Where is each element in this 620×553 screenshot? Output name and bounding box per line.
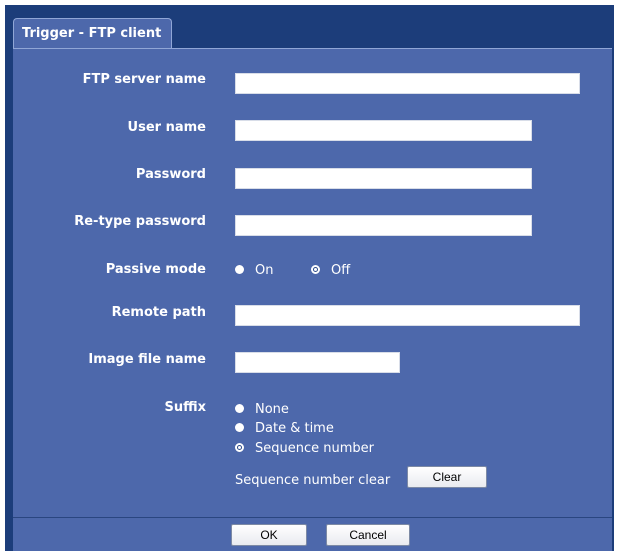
retype-password-input[interactable]	[235, 215, 532, 236]
retype-password-label: Re-type password	[74, 214, 206, 229]
user-name-input[interactable]	[235, 120, 532, 141]
dialog-footer: OK Cancel	[13, 517, 612, 551]
radio-selected-icon	[311, 265, 320, 274]
passive-mode-off-label: Off	[331, 263, 351, 278]
image-file-name-label: Image file name	[88, 352, 206, 367]
passive-mode-on-radio[interactable]: On	[235, 263, 273, 279]
sequence-number-clear-label: Sequence number clear	[235, 473, 391, 488]
image-file-name-input[interactable]	[235, 352, 400, 373]
password-label: Password	[135, 167, 206, 182]
ok-button[interactable]: OK	[231, 524, 307, 546]
remote-path-label: Remote path	[111, 305, 206, 320]
suffix-none-radio[interactable]: None	[235, 402, 289, 418]
radio-unselected-icon	[235, 404, 244, 413]
passive-mode-on-label: On	[255, 263, 274, 278]
clear-button[interactable]: Clear	[407, 466, 487, 488]
user-name-label: User name	[127, 120, 206, 135]
cancel-button[interactable]: Cancel	[326, 524, 410, 546]
tab-label: Trigger - FTP client	[22, 26, 162, 41]
ftp-server-name-label: FTP server name	[82, 72, 206, 87]
passive-mode-label: Passive mode	[105, 262, 206, 277]
suffix-sequence-number-label: Sequence number	[255, 441, 374, 456]
suffix-sequence-number-radio[interactable]: Sequence number	[235, 441, 374, 457]
password-input[interactable]	[235, 168, 532, 189]
tab-trigger-ftp-client[interactable]: Trigger - FTP client	[13, 18, 173, 49]
radio-unselected-icon	[235, 423, 244, 432]
suffix-none-label: None	[255, 402, 289, 417]
settings-panel: FTP server name User name Password Re-ty…	[13, 48, 612, 517]
remote-path-input[interactable]	[235, 305, 580, 326]
suffix-date-time-label: Date & time	[255, 421, 334, 436]
passive-mode-off-radio[interactable]: Off	[311, 263, 350, 279]
suffix-label: Suffix	[164, 400, 206, 415]
suffix-date-time-radio[interactable]: Date & time	[235, 421, 334, 437]
settings-window: Trigger - FTP client FTP server name Use…	[5, 5, 614, 551]
radio-selected-icon	[235, 443, 244, 452]
radio-unselected-icon	[235, 265, 244, 274]
ftp-server-name-input[interactable]	[235, 73, 580, 94]
